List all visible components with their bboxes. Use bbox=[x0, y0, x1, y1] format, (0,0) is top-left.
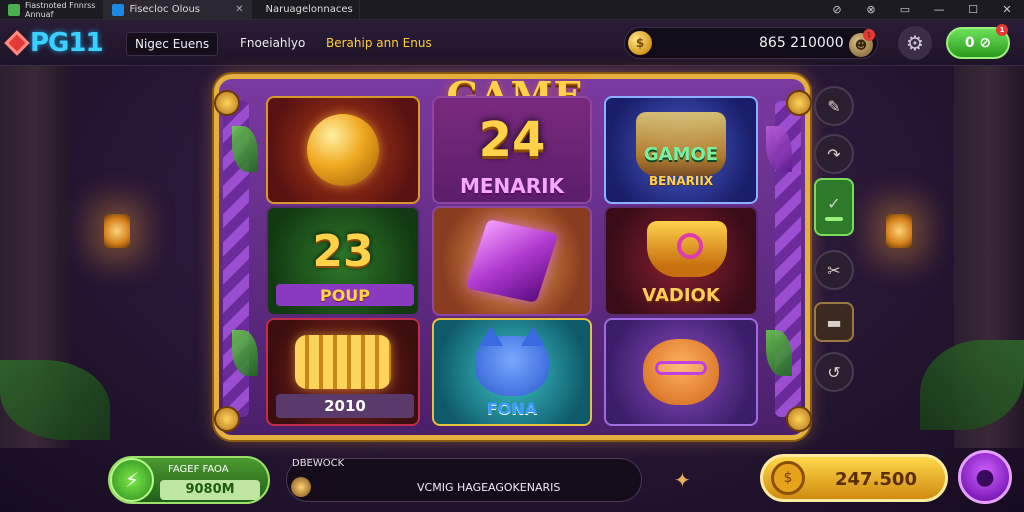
check-button[interactable]: ✓ bbox=[814, 178, 854, 236]
tile-label: BENARIIX bbox=[648, 174, 714, 188]
game-tile-gamoe[interactable]: GAMOE BENARIIX bbox=[604, 96, 758, 204]
balance-value: 865 210000 bbox=[759, 35, 844, 51]
nav-item-3[interactable]: Berahip ann Enus bbox=[326, 36, 432, 50]
game-tile-gold-orb[interactable] bbox=[266, 96, 420, 204]
game-tile-coins[interactable]: 2010 bbox=[266, 318, 420, 426]
sidebar-icon[interactable]: ▭ bbox=[888, 0, 922, 20]
balance-display: $ 865 210000 ☻ 1 bbox=[624, 27, 878, 59]
bet-panel: ⚡ FAGEF FAOA 9080M bbox=[108, 456, 270, 504]
spin-icon: ● bbox=[975, 464, 995, 490]
fox-with-glasses-icon bbox=[643, 339, 719, 405]
game-tile-vadiok[interactable]: VADIOK bbox=[604, 206, 758, 316]
corner-ornament-icon bbox=[786, 90, 812, 116]
close-tab-icon[interactable]: ✕ bbox=[235, 4, 243, 15]
brand-logo[interactable]: PG11 bbox=[4, 28, 104, 58]
notification-badge: 1 bbox=[996, 24, 1008, 36]
tab-favicon-icon bbox=[112, 3, 125, 16]
gold-teapot-icon bbox=[647, 221, 727, 277]
bet-label: FAGEF FAOA bbox=[168, 464, 229, 475]
logo-diamond-icon bbox=[4, 30, 30, 56]
pencil-icon: ✎ bbox=[827, 96, 841, 116]
lantern-right-icon bbox=[886, 214, 912, 248]
game-header: PG11 Nigec Euens Fnoeiahlyo Berahip ann … bbox=[0, 20, 1024, 66]
edit-tool-button[interactable]: ✎ bbox=[814, 86, 854, 126]
browser-tabbar: Fiastnoted Fnnrss Annuaf Fisecloc Olous … bbox=[0, 0, 1024, 20]
tile-label: GAMOE bbox=[643, 144, 719, 165]
tab-label: Naruagelonnaces bbox=[265, 4, 353, 15]
close-window-icon[interactable]: ✕ bbox=[990, 0, 1024, 20]
game-tile-cat[interactable]: FONA bbox=[432, 318, 592, 426]
browser-tab-1[interactable]: Fiastnoted Fnnrss Annuaf bbox=[0, 0, 105, 20]
bet-play-button[interactable]: ⚡ bbox=[110, 458, 154, 502]
gold-orb-icon bbox=[307, 114, 379, 186]
deposit-button[interactable]: 0 ⊘ 1 bbox=[946, 24, 1010, 59]
nav-item-1[interactable]: Nigec Euens bbox=[126, 32, 219, 56]
tab-label: Fisecloc Olous bbox=[129, 4, 201, 15]
block-icon[interactable]: ⊘ bbox=[820, 0, 854, 20]
menu-icon: ▬ bbox=[826, 312, 842, 332]
maximize-icon[interactable]: ☐ bbox=[956, 0, 990, 20]
coin-icon: $ bbox=[628, 31, 652, 55]
game-tile-fox[interactable] bbox=[604, 318, 758, 426]
game-tile-24[interactable]: 24 MENARIK bbox=[432, 96, 592, 204]
purple-gem-icon bbox=[465, 219, 559, 303]
win-panel: $ 247.500 bbox=[760, 454, 948, 502]
scissors-icon: ✂ bbox=[827, 260, 841, 280]
menu-button[interactable]: ▬ bbox=[814, 302, 854, 342]
spin-button[interactable]: ● bbox=[958, 450, 1012, 504]
message-label: DBEWOCK bbox=[292, 458, 345, 469]
game-tile-23[interactable]: 23 POUP bbox=[266, 206, 420, 316]
settings-button[interactable]: ⚙ bbox=[898, 26, 932, 60]
deposit-label: 0 ⊘ bbox=[964, 35, 992, 51]
refresh-button[interactable]: ↺ bbox=[814, 352, 854, 392]
bet-value[interactable]: 9080M bbox=[160, 480, 260, 500]
tile-label: VADIOK bbox=[642, 285, 720, 306]
browser-tab-2[interactable]: Fisecloc Olous ✕ bbox=[104, 0, 253, 20]
tile-number: 24 bbox=[478, 112, 546, 168]
window-controls: ⊘ ⊗ ▭ — ☐ ✕ bbox=[820, 0, 1024, 20]
redo-button[interactable]: ↷ bbox=[814, 134, 854, 174]
nav-item-2[interactable]: Fnoeiahlyo bbox=[240, 36, 305, 50]
blue-cat-icon bbox=[475, 326, 549, 396]
tile-label: MENARIK bbox=[459, 174, 565, 198]
tile-label-bar: 2010 bbox=[276, 394, 414, 418]
profile-button[interactable]: ☻ 1 bbox=[849, 29, 875, 57]
redo-icon: ↷ bbox=[827, 144, 841, 164]
lantern-left-icon bbox=[104, 214, 130, 248]
minimize-icon[interactable]: — bbox=[922, 0, 956, 20]
lightning-icon: ⚡ bbox=[124, 468, 140, 492]
tile-label: 2010 bbox=[324, 397, 366, 415]
message-text: VCMIG HAGEAGOKENARIS bbox=[417, 481, 561, 494]
gold-coins-icon bbox=[295, 335, 391, 389]
corner-ornament-icon bbox=[214, 90, 240, 116]
game-tile-gem[interactable] bbox=[432, 206, 592, 316]
bottom-bar: ⚡ FAGEF FAOA 9080M VCMIG HAGEAGOKENARIS … bbox=[0, 448, 1024, 512]
win-value: 247.500 bbox=[835, 469, 917, 490]
tile-label: FONA bbox=[486, 399, 538, 418]
avatar bbox=[291, 477, 311, 497]
tab-favicon-icon bbox=[8, 3, 20, 16]
tools-button[interactable]: ✂ bbox=[814, 250, 854, 290]
check-icon: ✓ bbox=[827, 193, 841, 213]
tile-label-bar: POUP bbox=[276, 284, 414, 306]
tile-number: 23 bbox=[312, 226, 374, 277]
extension-icon[interactable]: ⊗ bbox=[854, 0, 888, 20]
tile-label: POUP bbox=[319, 285, 371, 305]
logo-text: PG11 bbox=[30, 28, 104, 58]
glasses-icon bbox=[655, 361, 707, 375]
gear-icon: ⚙ bbox=[906, 31, 924, 55]
corner-ornament-icon bbox=[214, 406, 240, 432]
coin-icon: $ bbox=[771, 461, 805, 495]
bar-icon bbox=[825, 216, 843, 221]
tab-label: Fiastnoted Fnnrss Annuaf bbox=[25, 0, 96, 19]
refresh-icon: ↺ bbox=[827, 362, 841, 382]
fox-emblem-icon[interactable]: ✦ bbox=[674, 468, 691, 492]
notification-badge: 1 bbox=[863, 29, 875, 41]
browser-tab-3[interactable]: Naruagelonnaces bbox=[252, 0, 361, 20]
corner-ornament-icon bbox=[786, 406, 812, 432]
